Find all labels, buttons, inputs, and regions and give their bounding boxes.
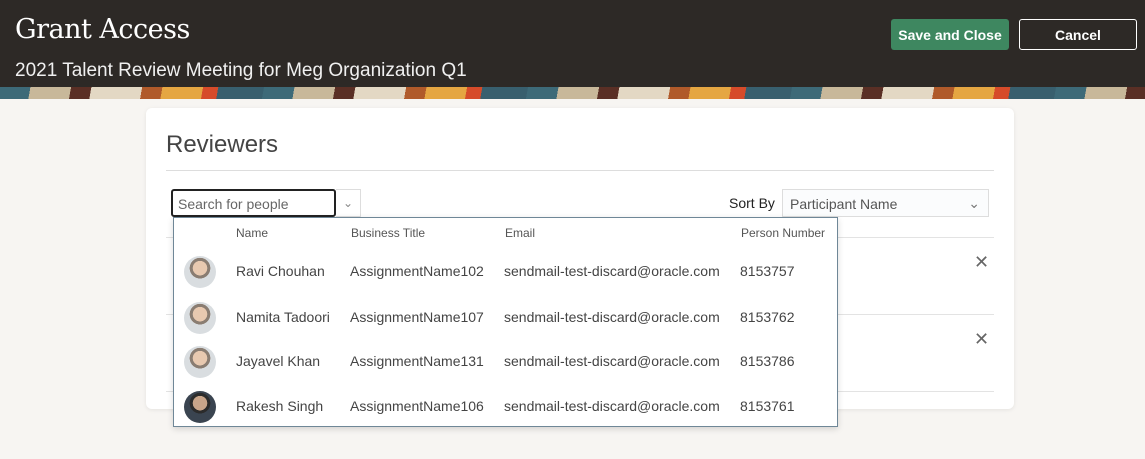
save-and-close-button[interactable]: Save and Close	[891, 19, 1009, 50]
decorative-banner	[0, 87, 1145, 99]
person-number: 8153757	[740, 263, 795, 279]
search-result-row[interactable]: Jayavel Khan AssignmentName131 sendmail-…	[174, 340, 837, 385]
person-number: 8153786	[740, 353, 795, 369]
person-name: Rakesh Singh	[236, 398, 324, 414]
person-number: 8153761	[740, 398, 795, 414]
sort-by-select[interactable]: Participant Name ⌄	[782, 189, 989, 217]
people-search-results: Name Business Title Email Person Number …	[173, 217, 838, 427]
email: sendmail-test-discard@oracle.com	[504, 353, 720, 369]
person-name: Jayavel Khan	[236, 353, 321, 369]
person-number: 8153762	[740, 309, 795, 325]
search-people-input[interactable]: Search for people	[171, 189, 336, 217]
page-subtitle: 2021 Talent Review Meeting for Meg Organ…	[15, 60, 467, 81]
person-name: Ravi Chouhan	[236, 263, 325, 279]
remove-reviewer-close-icon[interactable]: ✕	[974, 329, 989, 350]
avatar	[184, 302, 216, 334]
chevron-down-icon[interactable]: ⌄	[336, 189, 361, 217]
page-header: Grant Access 2021 Talent Review Meeting …	[0, 0, 1145, 87]
email: sendmail-test-discard@oracle.com	[504, 263, 720, 279]
email: sendmail-test-discard@oracle.com	[504, 309, 720, 325]
page-title: Grant Access	[15, 14, 190, 45]
business-title: AssignmentName102	[350, 263, 484, 279]
chevron-down-icon: ⌄	[968, 195, 980, 211]
column-header-email: Email	[505, 226, 536, 240]
avatar	[184, 391, 216, 423]
column-header-name: Name	[236, 226, 269, 240]
business-title: AssignmentName131	[350, 353, 484, 369]
avatar	[184, 346, 216, 378]
search-result-row[interactable]: Namita Tadoori AssignmentName107 sendmai…	[174, 296, 837, 341]
person-name: Namita Tadoori	[236, 309, 330, 325]
business-title: AssignmentName107	[350, 309, 484, 325]
search-result-row[interactable]: Rakesh Singh AssignmentName106 sendmail-…	[174, 385, 837, 430]
column-header-business-title: Business Title	[351, 226, 426, 240]
avatar	[184, 256, 216, 288]
business-title: AssignmentName106	[350, 398, 484, 414]
column-header-person-number: Person Number	[741, 226, 826, 240]
cancel-button[interactable]: Cancel	[1019, 19, 1137, 50]
reviewers-heading: Reviewers	[166, 131, 279, 158]
search-result-row[interactable]: Ravi Chouhan AssignmentName102 sendmail-…	[174, 250, 837, 295]
sort-by-value: Participant Name	[790, 196, 898, 212]
divider	[166, 170, 994, 171]
sort-by-label: Sort By	[729, 195, 775, 211]
remove-reviewer-close-icon[interactable]: ✕	[974, 252, 989, 273]
email: sendmail-test-discard@oracle.com	[504, 398, 720, 414]
